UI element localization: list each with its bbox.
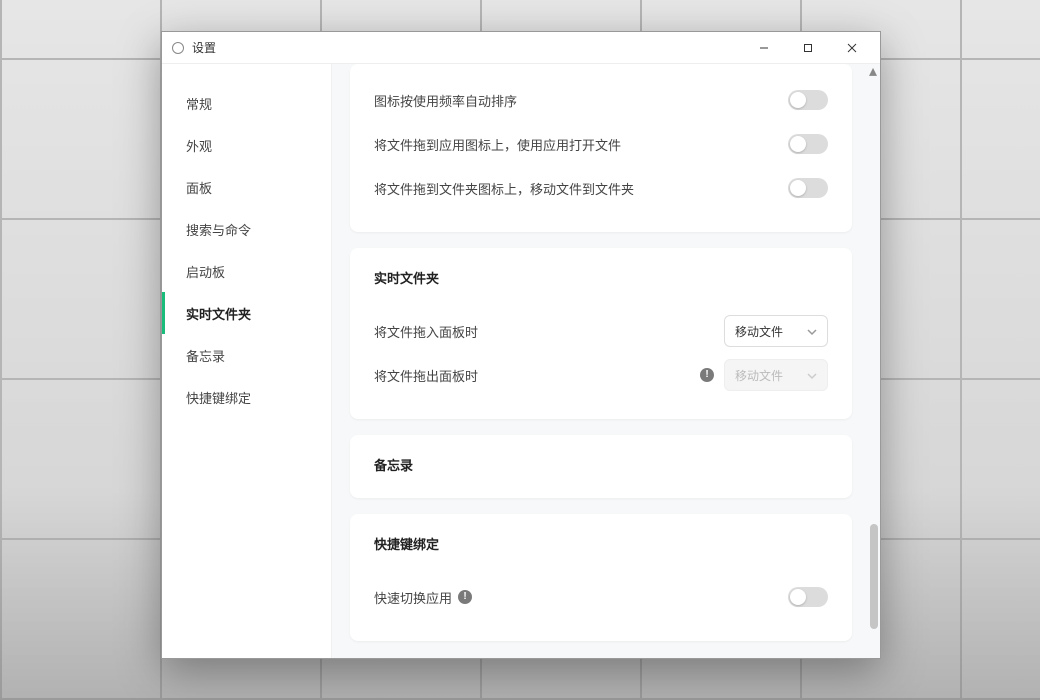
sidebar-item-label: 启动板 bbox=[186, 262, 225, 281]
toggle-quick-switch[interactable] bbox=[788, 587, 828, 607]
sidebar-item-launcher[interactable]: 启动板 bbox=[162, 250, 331, 292]
sidebar-item-label: 实时文件夹 bbox=[186, 304, 251, 323]
section-title: 快捷键绑定 bbox=[374, 534, 828, 553]
card-memo: 备忘录 bbox=[350, 435, 852, 498]
row-drag-move-folder: 将文件拖到文件夹图标上，移动文件到文件夹 bbox=[374, 166, 828, 210]
sidebar-item-hotkey[interactable]: 快捷键绑定 bbox=[162, 376, 331, 418]
settings-window: 设置 常规 外观 面板 搜索与命令 启动板 实时文件夹 备忘录 快捷键绑定 ▴ bbox=[161, 31, 881, 659]
toggle-drag-move-folder[interactable] bbox=[788, 178, 828, 198]
select-drag-in-action[interactable]: 移动文件 bbox=[724, 315, 828, 347]
sidebar-item-appearance[interactable]: 外观 bbox=[162, 124, 331, 166]
sidebar-item-label: 面板 bbox=[186, 178, 212, 197]
row-label: 将文件拖到文件夹图标上，移动文件到文件夹 bbox=[374, 179, 634, 198]
card-panel-options: 图标按使用频率自动排序 将文件拖到应用图标上，使用应用打开文件 将文件拖到文件夹… bbox=[350, 64, 852, 232]
row-label: 将文件拖入面板时 bbox=[374, 322, 478, 341]
select-drag-out-action: 移动文件 bbox=[724, 359, 828, 391]
row-label: 将文件拖出面板时 bbox=[374, 366, 478, 385]
section-title: 实时文件夹 bbox=[374, 268, 828, 287]
toggle-sort-by-freq[interactable] bbox=[788, 90, 828, 110]
toggle-drag-open-app[interactable] bbox=[788, 134, 828, 154]
scrollbar-thumb[interactable] bbox=[870, 524, 878, 629]
window-body: 常规 外观 面板 搜索与命令 启动板 实时文件夹 备忘录 快捷键绑定 ▴ 图标按… bbox=[162, 64, 880, 658]
row-drag-open-app: 将文件拖到应用图标上，使用应用打开文件 bbox=[374, 122, 828, 166]
card-live-folder: 实时文件夹 将文件拖入面板时 移动文件 将文件拖出面板时 ! bbox=[350, 248, 852, 419]
select-value: 移动文件 bbox=[735, 323, 783, 340]
window-title: 设置 bbox=[192, 39, 216, 56]
section-title: 备忘录 bbox=[374, 455, 828, 474]
sidebar-item-label: 搜索与命令 bbox=[186, 220, 251, 239]
sidebar-item-label: 备忘录 bbox=[186, 346, 225, 365]
card-hotkey: 快捷键绑定 快速切换应用 ! bbox=[350, 514, 852, 641]
row-sort-by-freq: 图标按使用频率自动排序 bbox=[374, 78, 828, 122]
chevron-down-icon bbox=[807, 326, 817, 336]
content-area: ▴ 图标按使用频率自动排序 将文件拖到应用图标上，使用应用打开文件 将文件拖到文… bbox=[332, 64, 880, 658]
chevron-down-icon bbox=[807, 370, 817, 380]
maximize-button[interactable] bbox=[786, 33, 830, 63]
minimize-button[interactable] bbox=[742, 33, 786, 63]
scrollbar[interactable] bbox=[870, 70, 878, 652]
row-drag-in: 将文件拖入面板时 移动文件 bbox=[374, 309, 828, 353]
select-value: 移动文件 bbox=[735, 367, 783, 384]
sidebar-item-general[interactable]: 常规 bbox=[162, 82, 331, 124]
row-drag-out: 将文件拖出面板时 ! 移动文件 bbox=[374, 353, 828, 397]
sidebar-item-label: 常规 bbox=[186, 94, 212, 113]
sidebar-item-search[interactable]: 搜索与命令 bbox=[162, 208, 331, 250]
sidebar-item-label: 快捷键绑定 bbox=[186, 388, 251, 407]
info-icon[interactable]: ! bbox=[700, 368, 714, 382]
content-scroll[interactable]: 图标按使用频率自动排序 将文件拖到应用图标上，使用应用打开文件 将文件拖到文件夹… bbox=[332, 64, 870, 658]
sidebar: 常规 外观 面板 搜索与命令 启动板 实时文件夹 备忘录 快捷键绑定 bbox=[162, 64, 332, 658]
app-icon bbox=[172, 42, 184, 54]
close-button[interactable] bbox=[830, 33, 874, 63]
row-label: 将文件拖到应用图标上，使用应用打开文件 bbox=[374, 135, 621, 154]
sidebar-item-panel[interactable]: 面板 bbox=[162, 166, 331, 208]
sidebar-item-live-folder[interactable]: 实时文件夹 bbox=[162, 292, 331, 334]
titlebar: 设置 bbox=[162, 32, 880, 64]
sidebar-item-memo[interactable]: 备忘录 bbox=[162, 334, 331, 376]
row-quick-switch: 快速切换应用 ! bbox=[374, 575, 828, 619]
info-icon[interactable]: ! bbox=[458, 590, 472, 604]
sidebar-item-label: 外观 bbox=[186, 136, 212, 155]
row-label: 图标按使用频率自动排序 bbox=[374, 91, 517, 110]
row-label: 快速切换应用 ! bbox=[374, 588, 472, 607]
